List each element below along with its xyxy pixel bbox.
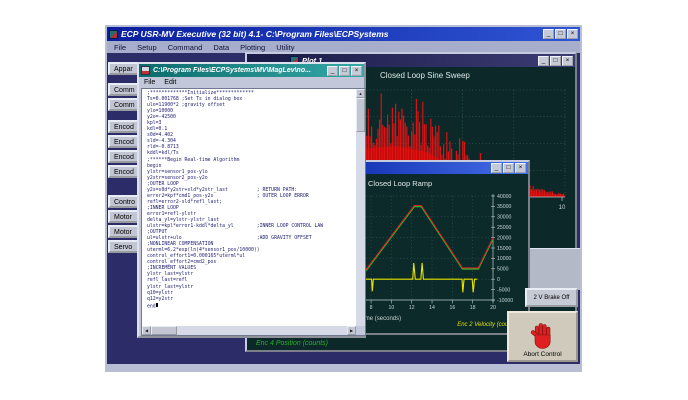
svg-text:10: 10 — [559, 205, 566, 211]
svg-text:25000: 25000 — [497, 225, 512, 231]
vertical-scroll-thumb[interactable] — [356, 98, 365, 132]
brake-off-button[interactable]: 2 V Brake Off — [525, 288, 578, 307]
menu-plotting[interactable]: Plotting — [240, 43, 265, 52]
svg-text:18: 18 — [470, 305, 476, 311]
svg-text:20000: 20000 — [497, 235, 512, 241]
svg-text:-5000: -5000 — [497, 287, 510, 293]
red-hand-icon — [530, 323, 550, 349]
menu-utility[interactable]: Utility — [276, 43, 294, 52]
editor-horizontal-scrollbar[interactable]: ◀ ▶ — [142, 326, 356, 335]
ramp-window-controls: _ □ × — [491, 163, 526, 173]
minimize-button[interactable]: _ — [491, 163, 502, 173]
close-button[interactable]: × — [515, 163, 526, 173]
menu-setup[interactable]: Setup — [137, 43, 157, 52]
ramp-chart: 40000 35000 30000 25000 20000 15000 10000 5000 0… — [365, 194, 513, 311]
document-icon — [141, 66, 150, 75]
svg-text:-10000: -10000 — [497, 298, 513, 304]
main-window-controls: _ □ × — [543, 29, 578, 39]
plot1-window-controls: _ □ × — [538, 55, 573, 66]
menu-file[interactable]: File — [144, 79, 155, 86]
ramp-titlebar[interactable]: _ □ × — [358, 162, 528, 174]
app-icon — [109, 29, 118, 39]
background-panel-fragment — [529, 248, 580, 290]
scroll-up-icon[interactable]: ▲ — [356, 89, 365, 98]
svg-text:5000: 5000 — [497, 267, 509, 273]
svg-text:12: 12 — [409, 305, 415, 311]
svg-text:15000: 15000 — [497, 246, 512, 252]
menu-file[interactable]: File — [114, 43, 126, 52]
main-titlebar[interactable]: ECP USR-MV Executive (32 bit) 4.1- C:\Pr… — [107, 27, 580, 41]
abort-button-label: Abort Control — [523, 351, 562, 358]
ramp-window: _ □ × Closed Loop Ramp 40000 35000 30000 2500… — [356, 160, 530, 335]
svg-text:20: 20 — [490, 305, 496, 311]
editor-vertical-scrollbar[interactable]: ▲ ▼ — [356, 89, 365, 335]
maximize-button[interactable]: □ — [555, 29, 566, 39]
editor-titlebar[interactable]: C:\Program Files\ECPSystems\MV\MagLev\no… — [139, 64, 364, 77]
ramp-plot-area: Closed Loop Ramp 40000 35000 30000 25000 200… — [358, 174, 528, 333]
scroll-track[interactable] — [177, 326, 347, 335]
horizontal-scroll-thumb[interactable] — [151, 326, 177, 335]
ramp-chart-title: Closed Loop Ramp — [368, 179, 433, 188]
close-button[interactable]: × — [562, 55, 573, 66]
maximize-button[interactable]: □ — [339, 65, 350, 76]
main-window-title: ECP USR-MV Executive (32 bit) 4.1- C:\Pr… — [121, 29, 389, 39]
scroll-left-icon[interactable]: ◀ — [142, 326, 151, 335]
svg-text:40000: 40000 — [497, 194, 512, 200]
minimize-button[interactable]: _ — [538, 55, 549, 66]
close-button[interactable]: × — [567, 29, 578, 39]
sweep-legend: Enc 4 Position (counts) — [256, 340, 328, 347]
maximize-button[interactable]: □ — [503, 163, 514, 173]
abort-control-button[interactable]: Abort Control — [507, 311, 578, 362]
svg-text:0: 0 — [497, 277, 500, 283]
code-text-area[interactable]: ;*************Initialize************* Ts… — [142, 89, 356, 326]
sweep-chart-title: Closed Loop Sine Sweep — [380, 71, 470, 80]
svg-text:16: 16 — [449, 305, 455, 311]
editor-window-controls: _ □ × — [327, 65, 362, 76]
scrollbar-corner — [356, 326, 365, 335]
svg-text:30000: 30000 — [497, 215, 512, 221]
svg-text:10: 10 — [389, 305, 395, 311]
editor-window-title: C:\Program Files\ECPSystems\MV\MagLev\no… — [153, 67, 311, 74]
svg-text:14: 14 — [429, 305, 435, 311]
svg-text:8: 8 — [370, 305, 373, 311]
minimize-button[interactable]: _ — [543, 29, 554, 39]
editor-menu-bar: File Edit — [139, 77, 364, 88]
close-button[interactable]: × — [351, 65, 362, 76]
minimize-button[interactable]: _ — [327, 65, 338, 76]
scroll-right-icon[interactable]: ▶ — [347, 326, 356, 335]
menu-edit[interactable]: Edit — [164, 79, 176, 86]
maximize-button[interactable]: □ — [550, 55, 561, 66]
menu-command[interactable]: Command — [168, 43, 203, 52]
editor-client: ;*************Initialize************* Ts… — [141, 88, 366, 336]
ramp-x-axis-label: Time (seconds) — [360, 316, 402, 322]
screenshot-stage: ECP USR-MV Executive (32 bit) 4.1- C:\Pr… — [0, 0, 688, 400]
menu-data[interactable]: Data — [213, 43, 229, 52]
svg-text:35000: 35000 — [497, 204, 512, 210]
editor-window: C:\Program Files\ECPSystems\MV\MagLev\no… — [137, 62, 366, 338]
svg-text:10000: 10000 — [497, 256, 512, 262]
